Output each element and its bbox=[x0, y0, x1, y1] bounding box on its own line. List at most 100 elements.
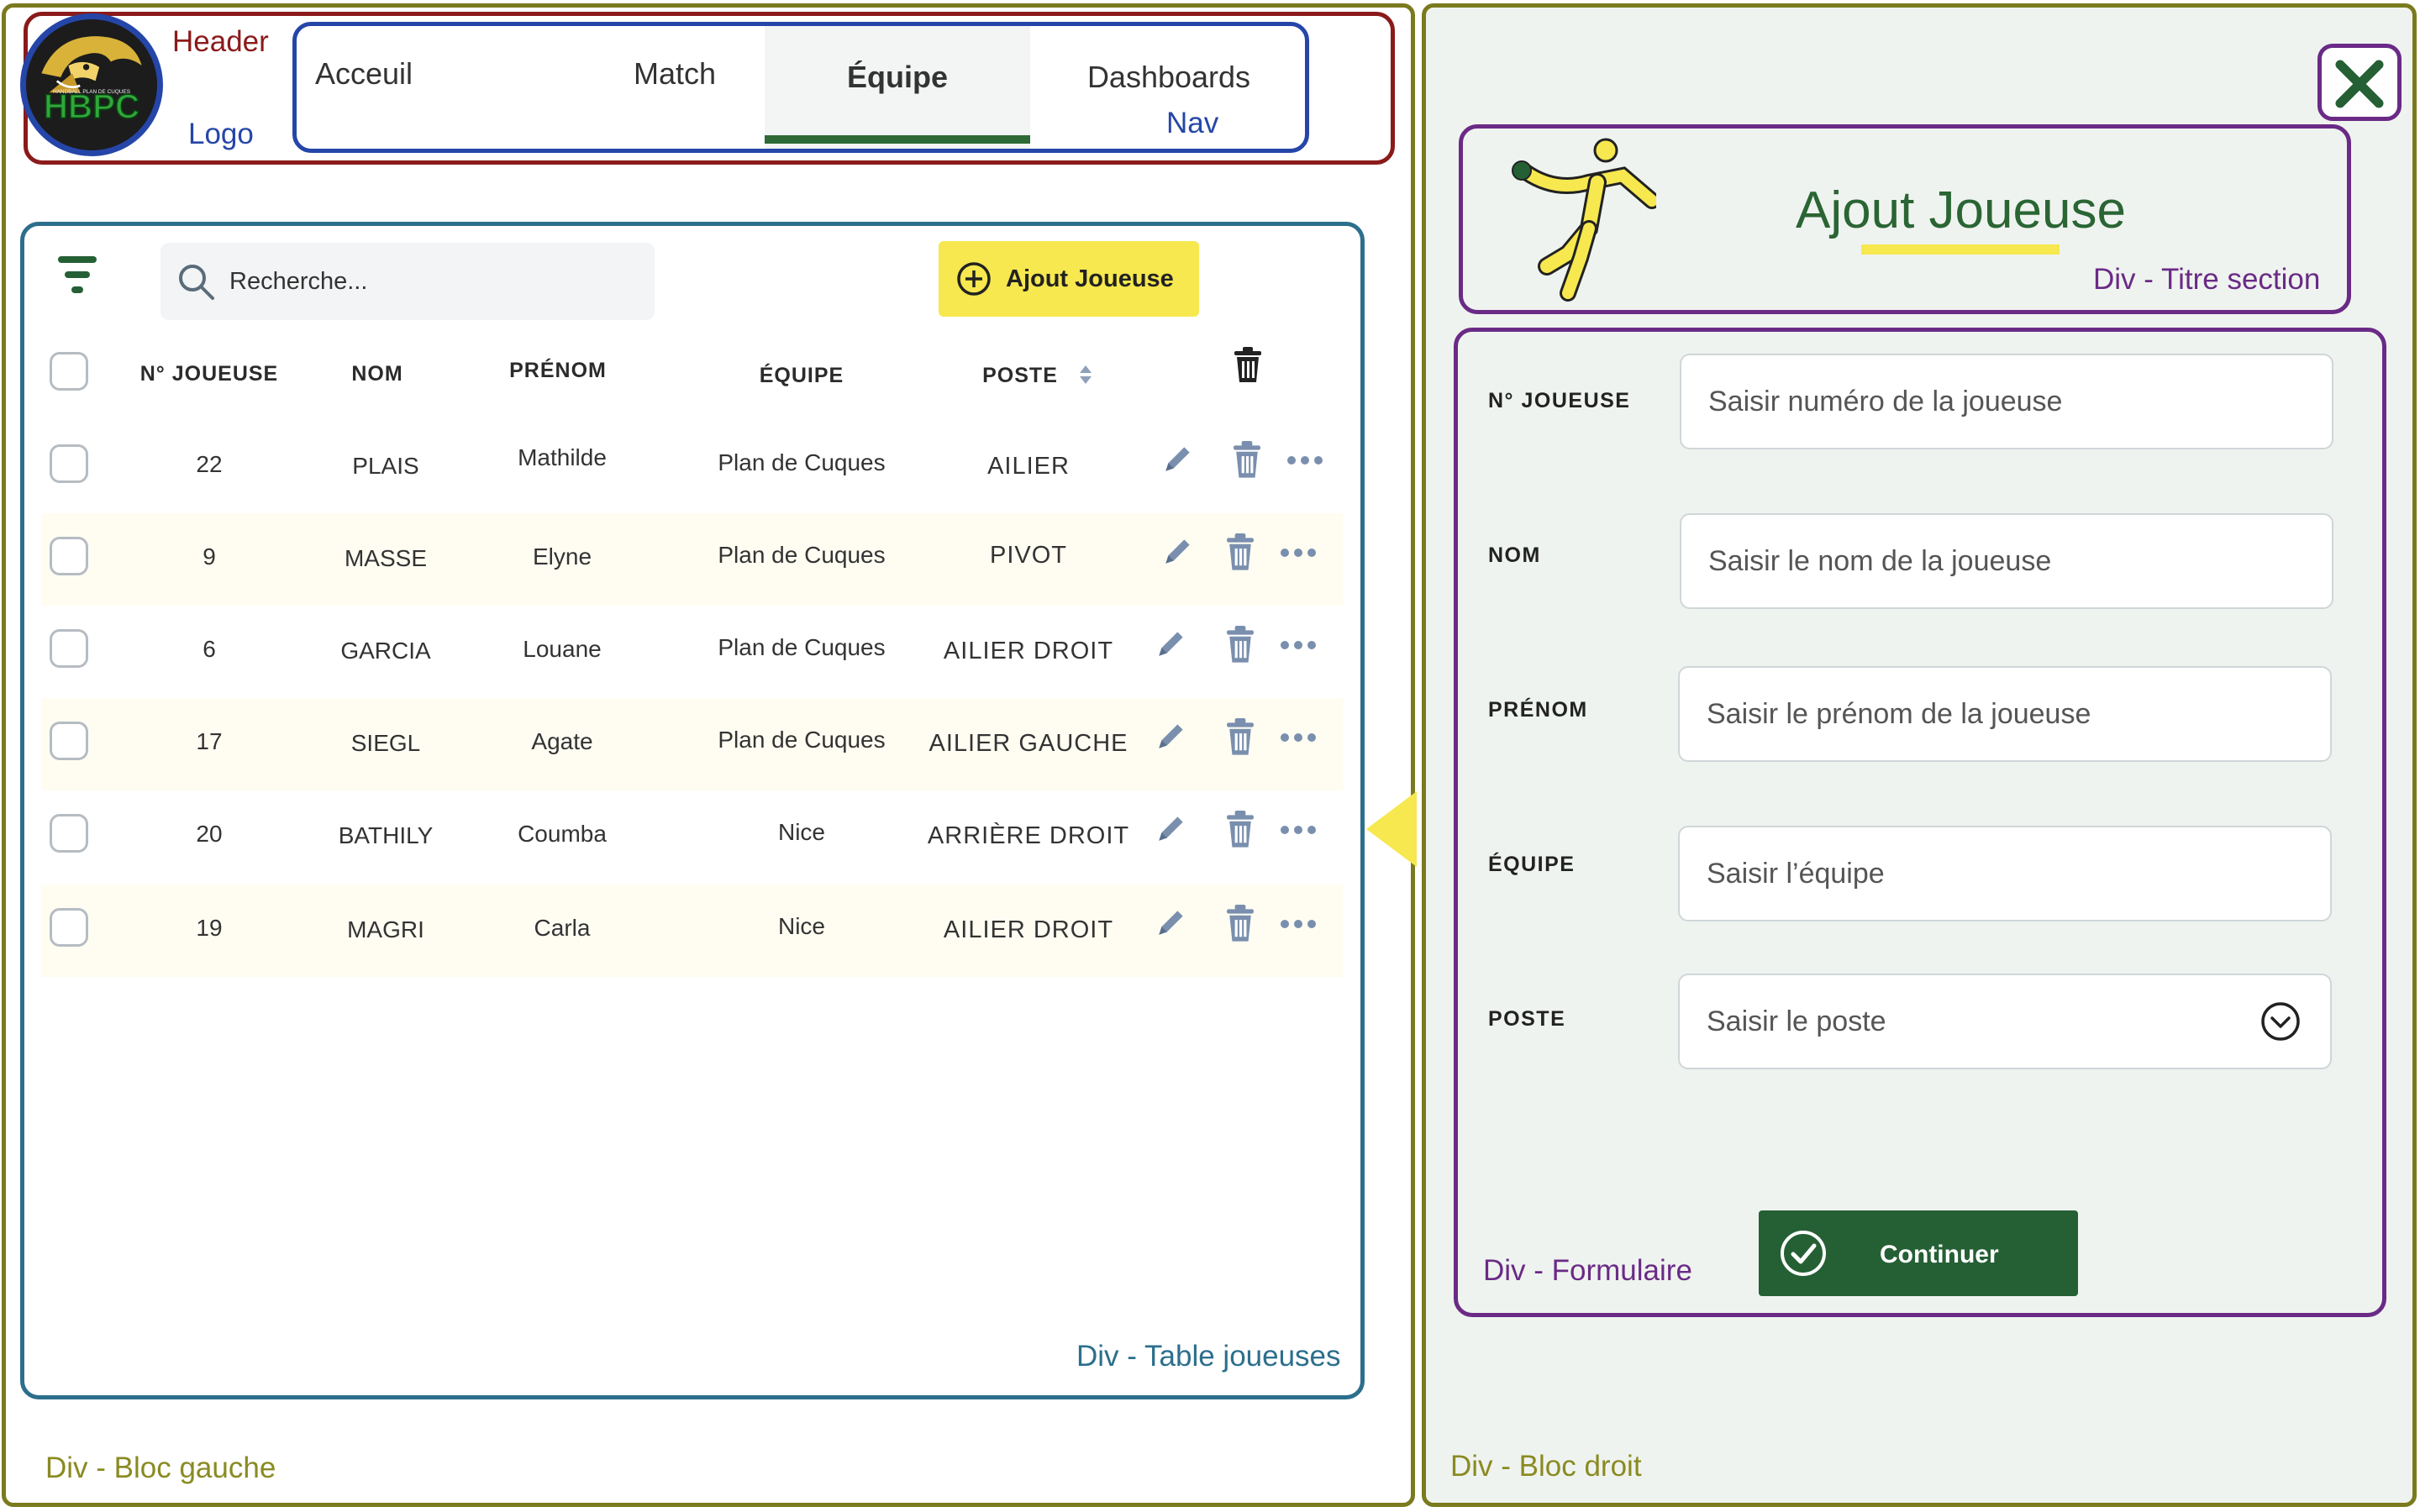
search-icon bbox=[179, 265, 214, 300]
edit-icon[interactable] bbox=[1160, 533, 1196, 569]
cell-poste: AILIER GAUCHE bbox=[929, 730, 1128, 757]
cell-equipe: Plan de Cuques bbox=[718, 449, 886, 475]
more-options-icon[interactable] bbox=[1280, 547, 1317, 557]
table-annotation: Div - Table joueuses bbox=[1076, 1340, 1341, 1373]
cell-nom: MASSE bbox=[344, 545, 428, 571]
handball-player-icon bbox=[1512, 138, 1656, 302]
nom-field[interactable] bbox=[1680, 513, 2333, 609]
cell-prenom: Mathilde bbox=[518, 444, 607, 470]
cell-numero: 22 bbox=[196, 451, 223, 477]
delete-icon[interactable] bbox=[1233, 441, 1261, 478]
cell-prenom: Agate bbox=[531, 728, 593, 754]
cell-poste: ARRIÈRE DROIT bbox=[927, 822, 1130, 849]
cell-poste: AILIER DROIT bbox=[943, 916, 1114, 943]
numero-field[interactable] bbox=[1680, 354, 2333, 449]
prenom-field[interactable] bbox=[1678, 666, 2332, 762]
cell-prenom: Elyne bbox=[532, 543, 592, 570]
cell-nom: BATHILY bbox=[338, 822, 434, 848]
column-header-equipe: ÉQUIPE bbox=[759, 364, 844, 387]
cell-numero: 9 bbox=[203, 543, 216, 570]
cell-prenom: Coumba bbox=[518, 821, 607, 847]
title-section-annotation: Div - Titre section bbox=[2093, 263, 2321, 296]
add-player-button[interactable]: Ajout Joueuse bbox=[939, 241, 1199, 317]
row-checkbox[interactable] bbox=[50, 629, 88, 668]
cell-nom: GARCIA bbox=[340, 638, 431, 664]
cell-equipe: Plan de Cuques bbox=[718, 542, 886, 568]
nav-item-equipe[interactable]: Équipe bbox=[765, 26, 1030, 149]
field-label-equipe: ÉQUIPE bbox=[1488, 853, 1576, 876]
row-checkbox[interactable] bbox=[50, 444, 88, 483]
column-header-prenom: PRÉNOM bbox=[509, 359, 607, 382]
row-checkbox[interactable] bbox=[50, 908, 88, 947]
main-nav: Acceuil Match Équipe Dashboards Nav bbox=[292, 22, 1309, 153]
right-block-annotation: Div - Bloc droit bbox=[1450, 1450, 1642, 1483]
chevron-down-icon bbox=[2261, 1002, 2300, 1041]
cell-prenom: Carla bbox=[534, 915, 591, 941]
column-header-numero: N° JOUEUSE bbox=[139, 362, 279, 386]
more-options-icon[interactable] bbox=[1286, 454, 1323, 465]
cell-nom: MAGRI bbox=[347, 916, 424, 942]
search-input[interactable] bbox=[228, 260, 634, 303]
poste-select[interactable]: Saisir le poste bbox=[1678, 974, 2332, 1069]
delete-icon[interactable] bbox=[1226, 533, 1255, 570]
delete-all-icon[interactable] bbox=[1233, 347, 1263, 384]
active-tab-indicator bbox=[765, 135, 1030, 144]
cell-numero: 20 bbox=[196, 821, 223, 847]
cell-poste: AILIER DROIT bbox=[943, 638, 1114, 664]
cell-equipe: Plan de Cuques bbox=[718, 634, 886, 660]
select-all-checkbox[interactable] bbox=[50, 352, 88, 391]
close-icon bbox=[2335, 60, 2384, 108]
row-checkbox[interactable] bbox=[50, 722, 88, 760]
cell-equipe: Plan de Cuques bbox=[718, 727, 886, 753]
edit-icon[interactable] bbox=[1154, 811, 1189, 846]
pointer-triangle-icon bbox=[1366, 791, 1417, 867]
cell-numero: 19 bbox=[196, 915, 223, 941]
cell-poste: AILIER bbox=[987, 453, 1070, 480]
more-options-icon[interactable] bbox=[1280, 639, 1317, 649]
delete-icon[interactable] bbox=[1226, 626, 1255, 663]
field-label-prenom: PRÉNOM bbox=[1488, 698, 1588, 722]
more-options-icon[interactable] bbox=[1280, 824, 1317, 834]
more-options-icon[interactable] bbox=[1280, 732, 1317, 742]
delete-icon[interactable] bbox=[1226, 718, 1255, 755]
column-header-nom: NOM bbox=[351, 362, 403, 386]
section-title-block: Ajout Joueuse Div - Titre section bbox=[1459, 124, 2351, 314]
edit-icon[interactable] bbox=[1154, 905, 1189, 940]
title-underline bbox=[1861, 244, 2060, 255]
cell-equipe: Nice bbox=[777, 913, 825, 939]
edit-icon[interactable] bbox=[1154, 626, 1189, 661]
section-title: Ajout Joueuse bbox=[1796, 181, 2126, 239]
equipe-field[interactable] bbox=[1678, 826, 2332, 921]
column-header-poste[interactable]: POSTE bbox=[965, 364, 1075, 388]
filter-icon[interactable] bbox=[58, 255, 97, 297]
cell-equipe: Nice bbox=[777, 819, 825, 845]
delete-icon[interactable] bbox=[1226, 905, 1255, 942]
edit-icon[interactable] bbox=[1154, 718, 1189, 753]
add-player-form: N° JOUEUSE NOM PRÉNOM ÉQUIPE POSTE Saisi… bbox=[1454, 328, 2386, 1317]
field-label-poste: POSTE bbox=[1488, 1007, 1566, 1031]
cell-nom: SIEGL bbox=[350, 730, 421, 756]
header-annotation: Header bbox=[172, 25, 269, 58]
left-block-annotation: Div - Bloc gauche bbox=[45, 1452, 276, 1484]
row-checkbox[interactable] bbox=[50, 537, 88, 575]
plus-circle-icon bbox=[957, 262, 991, 296]
logo-annotation: Logo bbox=[188, 118, 254, 150]
row-checkbox[interactable] bbox=[50, 814, 88, 853]
continue-button[interactable]: Continuer bbox=[1759, 1210, 2078, 1296]
edit-icon[interactable] bbox=[1160, 441, 1196, 476]
nav-item-match[interactable]: Match bbox=[549, 26, 801, 149]
close-button[interactable] bbox=[2317, 44, 2402, 121]
svg-text:HANDBALL PLAN DE CUQUES: HANDBALL PLAN DE CUQUES bbox=[53, 89, 130, 95]
players-table-panel: Ajout Joueuse N° JOUEUSE NOM PRÉNOM ÉQUI… bbox=[20, 222, 1365, 1399]
delete-icon[interactable] bbox=[1226, 811, 1255, 848]
nav-annotation: Nav bbox=[1166, 107, 1219, 139]
cell-numero: 17 bbox=[196, 728, 223, 754]
search-box bbox=[160, 243, 655, 320]
sort-icon[interactable] bbox=[1078, 364, 1093, 386]
check-circle-icon bbox=[1781, 1231, 1826, 1276]
field-label-numero: N° JOUEUSE bbox=[1488, 389, 1631, 412]
more-options-icon[interactable] bbox=[1280, 918, 1317, 928]
cell-prenom: Louane bbox=[523, 636, 602, 662]
nav-item-accueil[interactable]: Acceuil bbox=[297, 26, 549, 149]
club-logo[interactable]: HBPC HANDBALL PLAN DE CUQUES bbox=[20, 13, 163, 156]
